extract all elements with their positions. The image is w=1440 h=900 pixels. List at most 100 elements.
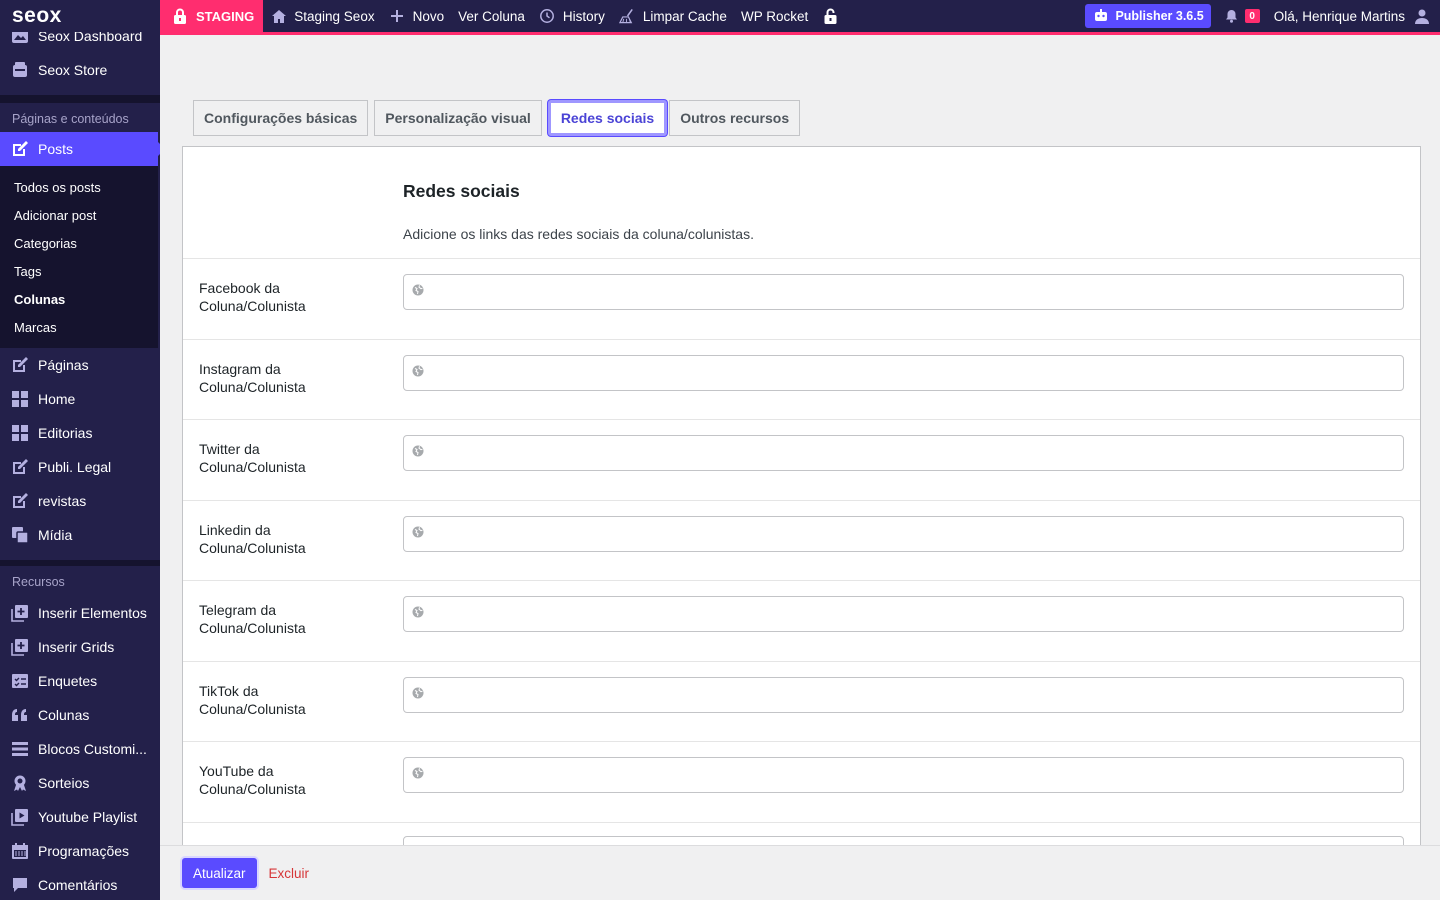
menu-label: Programações [38,843,130,859]
submenu-item-all-posts[interactable]: Todos os posts [0,173,158,201]
menu-item-seox-dashboard[interactable]: Seox Dashboard [0,32,160,53]
tab-basic-settings[interactable]: Configurações básicas [193,100,369,136]
youtube-url-input[interactable] [403,757,1404,793]
facebook-url-input[interactable] [403,274,1404,310]
menu-item-schedules[interactable]: Programações [0,834,160,868]
submenu-item-categories[interactable]: Categorias [0,229,158,257]
menu-item-revistas[interactable]: revistas [0,484,160,518]
field-label: Telegram da Coluna/Colunista [199,602,306,636]
publisher-version-badge[interactable]: Publisher 3.6.5 [1085,4,1211,28]
menu-item-home[interactable]: Home [0,382,160,416]
view-column-link[interactable]: Ver Coluna [451,0,532,32]
partial-url-input[interactable] [403,835,1404,845]
menu-label: Youtube Playlist [38,809,138,825]
dashboard-icon [10,32,29,46]
menu-item-custom-blocks[interactable]: Blocos Customi... [0,732,160,766]
update-button[interactable]: Atualizar [182,858,257,888]
edit-icon [10,458,29,477]
menu-label: Enquetes [38,673,98,689]
tab-social-networks[interactable]: Redes sociais [547,100,668,136]
field-label: Twitter da Coluna/Colunista [199,441,306,475]
globe-icon [412,686,424,704]
menu-label: Publi. Legal [38,459,112,475]
menu-item-seox-store[interactable]: Seox Store [0,53,160,87]
field-row-instagram: Instagram da Coluna/Colunista [183,340,1420,420]
wp-rocket-link[interactable]: WP Rocket [734,0,815,32]
posts-submenu: Todos os posts Adicionar post Categorias… [0,166,158,348]
menu-item-midia[interactable]: Mídia [0,518,160,552]
menu-label: Sorteios [38,775,90,791]
edit-icon [10,140,29,159]
poll-icon [10,672,29,691]
cache-label: Limpar Cache [642,8,727,24]
menu-item-editorias[interactable]: Editorias [0,416,160,450]
field-row-tiktok: TikTok da Coluna/Colunista [183,662,1420,742]
field-row-linkedin: Linkedin da Coluna/Colunista [183,501,1420,581]
field-label: TikTok da Coluna/Colunista [199,682,306,717]
greeting-label: Olá, Henrique Martins [1273,8,1405,24]
field-row-facebook: Facebook da Coluna/Colunista [183,259,1420,340]
menu-item-comments[interactable]: Comentários [0,868,160,900]
menu-label: Blocos Customi... [38,741,147,757]
publish-actions-bar: Atualizar Excluir [160,845,1440,900]
award-icon [10,774,29,793]
menu-item-posts[interactable]: Posts [0,132,160,166]
plus-box-icon [10,604,29,623]
submenu-item-brands[interactable]: Marcas [0,313,158,341]
history-icon [539,8,556,25]
admin-sidebar: Seox Dashboard Seox Store Páginas e cont… [0,32,160,900]
notifications-button[interactable]: 0 [1223,8,1260,25]
globe-icon [412,525,424,543]
menu-item-raffles[interactable]: Sorteios [0,766,160,800]
quote-icon [10,706,29,725]
staging-label: STAGING [196,8,255,24]
menu-item-pages[interactable]: Páginas [0,348,160,382]
playlist-icon [10,808,29,827]
grid-icon [10,390,29,409]
menu-item-publi-legal[interactable]: Publi. Legal [0,450,160,484]
tiktok-url-input[interactable] [403,676,1404,713]
globe-icon [412,605,424,623]
admin-bar: seox STAGING Staging Seox Novo Ver Colun… [0,0,1440,32]
delete-link[interactable]: Excluir [269,866,310,881]
history-label: History [562,8,605,24]
menu-item-insert-elements[interactable]: Inserir Elementos [0,596,160,630]
site-name-link[interactable]: Staging Seox [263,0,381,32]
notification-count-badge: 0 [1244,9,1260,23]
blocks-icon [10,740,29,759]
user-account-menu[interactable]: Olá, Henrique Martins [1274,8,1430,25]
history-link[interactable]: History [532,0,612,32]
submenu-item-tags[interactable]: Tags [0,257,158,285]
plus-icon [389,8,406,25]
grid-icon [10,424,29,443]
bell-icon [1223,8,1240,25]
staging-badge[interactable]: STAGING [160,0,264,32]
rocket-label: WP Rocket [740,8,809,24]
lock-icon [171,8,188,25]
menu-item-youtube-playlist[interactable]: Youtube Playlist [0,800,160,834]
globe-icon [412,364,424,382]
seox-logo[interactable]: seox [0,0,160,32]
menu-label: revistas [38,493,87,509]
telegram-url-input[interactable] [403,596,1404,632]
unlock-toggle[interactable] [815,0,846,32]
menu-item-insert-grids[interactable]: Inserir Grids [0,630,160,664]
menu-item-polls[interactable]: Enquetes [0,664,160,698]
linkedin-url-input[interactable] [403,515,1404,552]
field-row-youtube: YouTube da Coluna/Colunista [183,742,1420,823]
field-label: Facebook da Coluna/Colunista [199,280,306,314]
robot-icon [1092,8,1109,25]
clear-cache-link[interactable]: Limpar Cache [612,0,734,32]
new-content-link[interactable]: Novo [382,0,452,32]
submenu-item-add-post[interactable]: Adicionar post [0,201,158,229]
section-label-pages: Páginas e conteúdos [12,112,129,126]
field-row-twitter: Twitter da Coluna/Colunista [183,420,1420,501]
menu-item-columns[interactable]: Colunas [0,698,160,732]
instagram-url-input[interactable] [403,354,1404,391]
menu-label: Posts [38,141,74,157]
tab-visual-customization[interactable]: Personalização visual [374,100,542,136]
field-label: YouTube da Coluna/Colunista [199,763,306,797]
tab-other-features[interactable]: Outros recursos [669,100,801,136]
twitter-url-input[interactable] [403,435,1404,471]
submenu-item-columns[interactable]: Colunas [0,285,158,313]
